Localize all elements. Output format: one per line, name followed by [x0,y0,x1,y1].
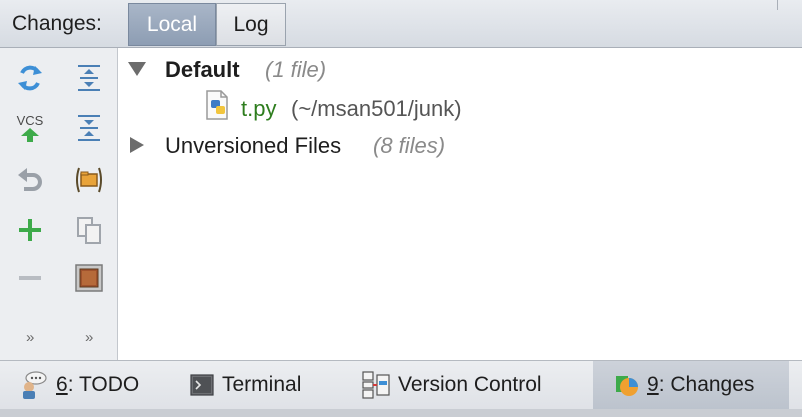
python-file-icon [206,90,228,120]
more-actions-right[interactable]: » [85,329,93,346]
collapse-all-icon [78,115,100,141]
changes-label: : Changes [658,373,755,396]
add-changelist-icon [19,219,41,241]
expand-all-icon [78,65,100,91]
rollback-icon [18,168,42,191]
panel-title: Changes: [12,12,102,35]
tool-tab-todo[interactable]: 6 : TODO [20,361,170,409]
tree-node-file[interactable]: t.py (~/msan501/junk) [205,88,625,124]
collapse-arrow-icon[interactable] [128,62,146,76]
tool-window-bar: 6 : TODO Terminal Version Control 9: Ch… [0,360,802,417]
vcs-label: VCS [16,113,44,128]
copy-button[interactable] [73,214,105,246]
changelist-count: (1 file) [265,57,327,82]
expand-arrow-icon[interactable] [130,137,144,153]
collapse-all-button[interactable] [73,112,105,144]
unversioned-label: Unversioned Files [165,133,342,158]
changelist-name: Default [165,57,240,82]
tree-node-default[interactable]: Default (1 file) [119,48,802,88]
vcs-commit-button[interactable]: VCS [14,112,46,144]
unversioned-count: (8 files) [373,133,446,158]
todo-label: : TODO [67,373,140,396]
version-control-label: Version Control [398,373,542,396]
tab-local[interactable]: Local [128,3,216,46]
terminal-icon [190,374,214,396]
changes-header: Changes: Local Log [0,0,802,48]
todo-icon [23,371,47,399]
vcs-commit-icon [21,128,39,142]
tool-tab-terminal[interactable]: Terminal [190,361,350,409]
file-name: t.py [241,96,277,121]
show-diff-button[interactable] [73,262,105,294]
changes-icon [616,376,638,396]
show-diff-icon [75,264,103,292]
group-by-directory-icon [76,167,102,193]
tool-tab-changes[interactable]: 9 : Changes [593,361,789,409]
tool-tab-version-control[interactable]: Version Control [362,361,582,409]
copy-icon [77,217,101,244]
file-path: (~/msan501/junk) [291,96,462,121]
remove-changelist-button[interactable] [14,262,46,294]
changes-tree: Default (1 file) t.py (~/msan501/junk) U… [119,48,802,360]
group-by-directory-button[interactable] [73,164,105,196]
changes-toolbar: VCS » » [0,48,118,360]
header-divider [777,0,778,10]
tree-node-unversioned[interactable]: Unversioned Files (8 files) [119,128,802,166]
more-actions-left[interactable]: » [26,329,34,346]
terminal-label: Terminal [222,373,302,396]
rollback-button[interactable] [14,164,46,196]
refresh-icon [18,65,42,91]
tab-log[interactable]: Log [216,3,286,46]
changes-shortcut: 9 [647,373,659,396]
add-changelist-button[interactable] [14,214,46,246]
expand-all-button[interactable] [73,62,105,94]
remove-changelist-icon [19,276,41,280]
todo-shortcut: 6 [56,373,68,396]
refresh-button[interactable] [14,62,46,94]
version-control-icon [362,371,390,399]
